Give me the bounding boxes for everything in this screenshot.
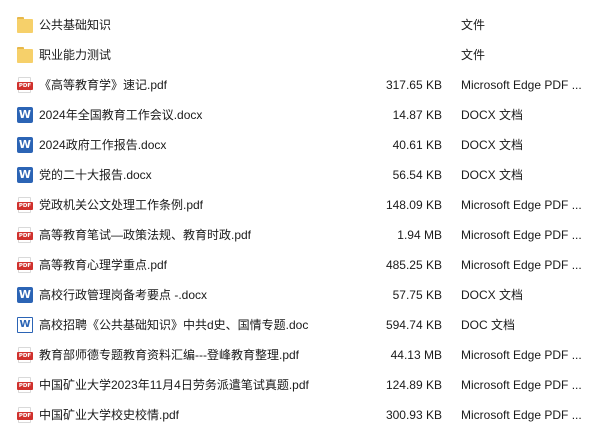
pdf-icon: PDF <box>17 257 33 273</box>
file-size: 14.87 KB <box>392 108 442 122</box>
word-icon: W <box>17 107 33 123</box>
file-name: 高等教育心理学重点.pdf <box>39 258 168 272</box>
file-name: 2024政府工作报告.docx <box>39 138 167 152</box>
file-name: 公共基础知识 <box>39 18 112 32</box>
doc-icon: W <box>17 317 33 333</box>
file-type: DOCX 文档 <box>461 288 524 302</box>
file-type: DOCX 文档 <box>461 168 524 182</box>
file-size: 57.75 KB <box>392 288 442 302</box>
file-name: 党政机关公文处理工作条例.pdf <box>39 198 204 212</box>
file-name: 《高等教育学》速记.pdf <box>39 78 168 92</box>
file-type: DOC 文档 <box>461 318 516 332</box>
file-type: DOCX 文档 <box>461 108 524 122</box>
file-size: 124.89 KB <box>385 378 442 392</box>
file-type: DOCX 文档 <box>461 138 524 152</box>
file-row[interactable]: PDF 高等教育笔试—政策法规、教育时政.pdf 1.94 MB Microsoft … <box>0 220 598 250</box>
word-icon: W <box>17 137 33 153</box>
file-type: Microsoft Edge PDF ... <box>461 408 582 422</box>
file-name: 2024年全国教育工作会议.docx <box>39 108 203 122</box>
file-row[interactable]: 公共基础知识 文件 <box>0 10 598 40</box>
file-name: 党的二十大报告.docx <box>39 168 152 182</box>
folder-icon <box>17 17 33 33</box>
file-row[interactable]: PDF 《高等教育学》速记.pdf 317.65 KB Microsoft Edge … <box>0 70 598 100</box>
pdf-icon: PDF <box>17 347 33 363</box>
file-size: 1.94 MB <box>397 228 442 242</box>
file-row[interactable]: W 高校行政管理岗备考要点 -.docx 57.75 KB DOCX 文档 <box>0 280 598 310</box>
file-size: 148.09 KB <box>385 198 442 212</box>
file-name: 中国矿业大学2023年11月4日劳务派遣笔试真题.pdf <box>39 378 309 392</box>
file-size: 44.13 MB <box>390 348 442 362</box>
file-row[interactable]: PDF 党政机关公文处理工作条例.pdf 148.09 KB Microsoft Ed… <box>0 190 598 220</box>
pdf-icon: PDF <box>17 77 33 93</box>
file-row[interactable]: W 高校招聘《公共基础知识》中共d史、国情专题.doc 594.74 KB DOC 文… <box>0 310 598 340</box>
pdf-icon: PDF <box>17 227 33 243</box>
file-type: Microsoft Edge PDF ... <box>461 348 582 362</box>
file-type: Microsoft Edge PDF ... <box>461 228 582 242</box>
file-name: 高等教育笔试—政策法规、教育时政.pdf <box>39 228 252 242</box>
file-type: Microsoft Edge PDF ... <box>461 198 582 212</box>
word-icon: W <box>17 287 33 303</box>
file-row[interactable]: PDF 中国矿业大学2023年11月4日劳务派遣笔试真题.pdf 124.89 KB… <box>0 370 598 400</box>
folder-icon <box>17 47 33 63</box>
file-row[interactable]: 职业能力测试 文件 <box>0 40 598 70</box>
file-size: 485.25 KB <box>385 258 442 272</box>
word-icon: W <box>17 167 33 183</box>
file-row[interactable]: PDF 教育部师德专题教育资料汇编---登峰教育整理.pdf 44.13 MB Mic… <box>0 340 598 370</box>
file-name: 高校招聘《公共基础知识》中共d史、国情专题.doc <box>39 318 309 332</box>
file-name: 职业能力测试 <box>39 48 112 62</box>
pdf-icon: PDF <box>17 407 33 423</box>
file-row[interactable]: PDF 高等教育心理学重点.pdf 485.25 KB Microsoft Edge … <box>0 250 598 280</box>
file-size: 56.54 KB <box>392 168 442 182</box>
file-size: 317.65 KB <box>385 78 442 92</box>
file-size: 40.61 KB <box>392 138 442 152</box>
file-row[interactable]: W 2024年全国教育工作会议.docx 14.87 KB DOCX 文档 <box>0 100 598 130</box>
file-type: Microsoft Edge PDF ... <box>461 78 582 92</box>
file-size: 594.74 KB <box>385 318 442 332</box>
file-row[interactable]: W 2024政府工作报告.docx 40.61 KB DOCX 文档 <box>0 130 598 160</box>
file-row[interactable]: W 党的二十大报告.docx 56.54 KB DOCX 文档 <box>0 160 598 190</box>
file-list: 公共基础知识 文件 职业能力测试 文件 PDF 《高等教育学》速记.pdf 317.65 K… <box>0 0 598 433</box>
file-type: 文件 <box>461 48 486 62</box>
pdf-icon: PDF <box>17 377 33 393</box>
file-type: Microsoft Edge PDF ... <box>461 258 582 272</box>
file-row[interactable]: PDF 中国矿业大学校史校情.pdf 300.93 KB Microsoft Edge… <box>0 400 598 430</box>
pdf-icon: PDF <box>17 197 33 213</box>
file-type: 文件 <box>461 18 486 32</box>
file-name: 教育部师德专题教育资料汇编---登峰教育整理.pdf <box>39 348 300 362</box>
file-name: 中国矿业大学校史校情.pdf <box>39 408 180 422</box>
file-name: 高校行政管理岗备考要点 -.docx <box>39 288 208 302</box>
file-size: 300.93 KB <box>385 408 442 422</box>
file-type: Microsoft Edge PDF ... <box>461 378 582 392</box>
